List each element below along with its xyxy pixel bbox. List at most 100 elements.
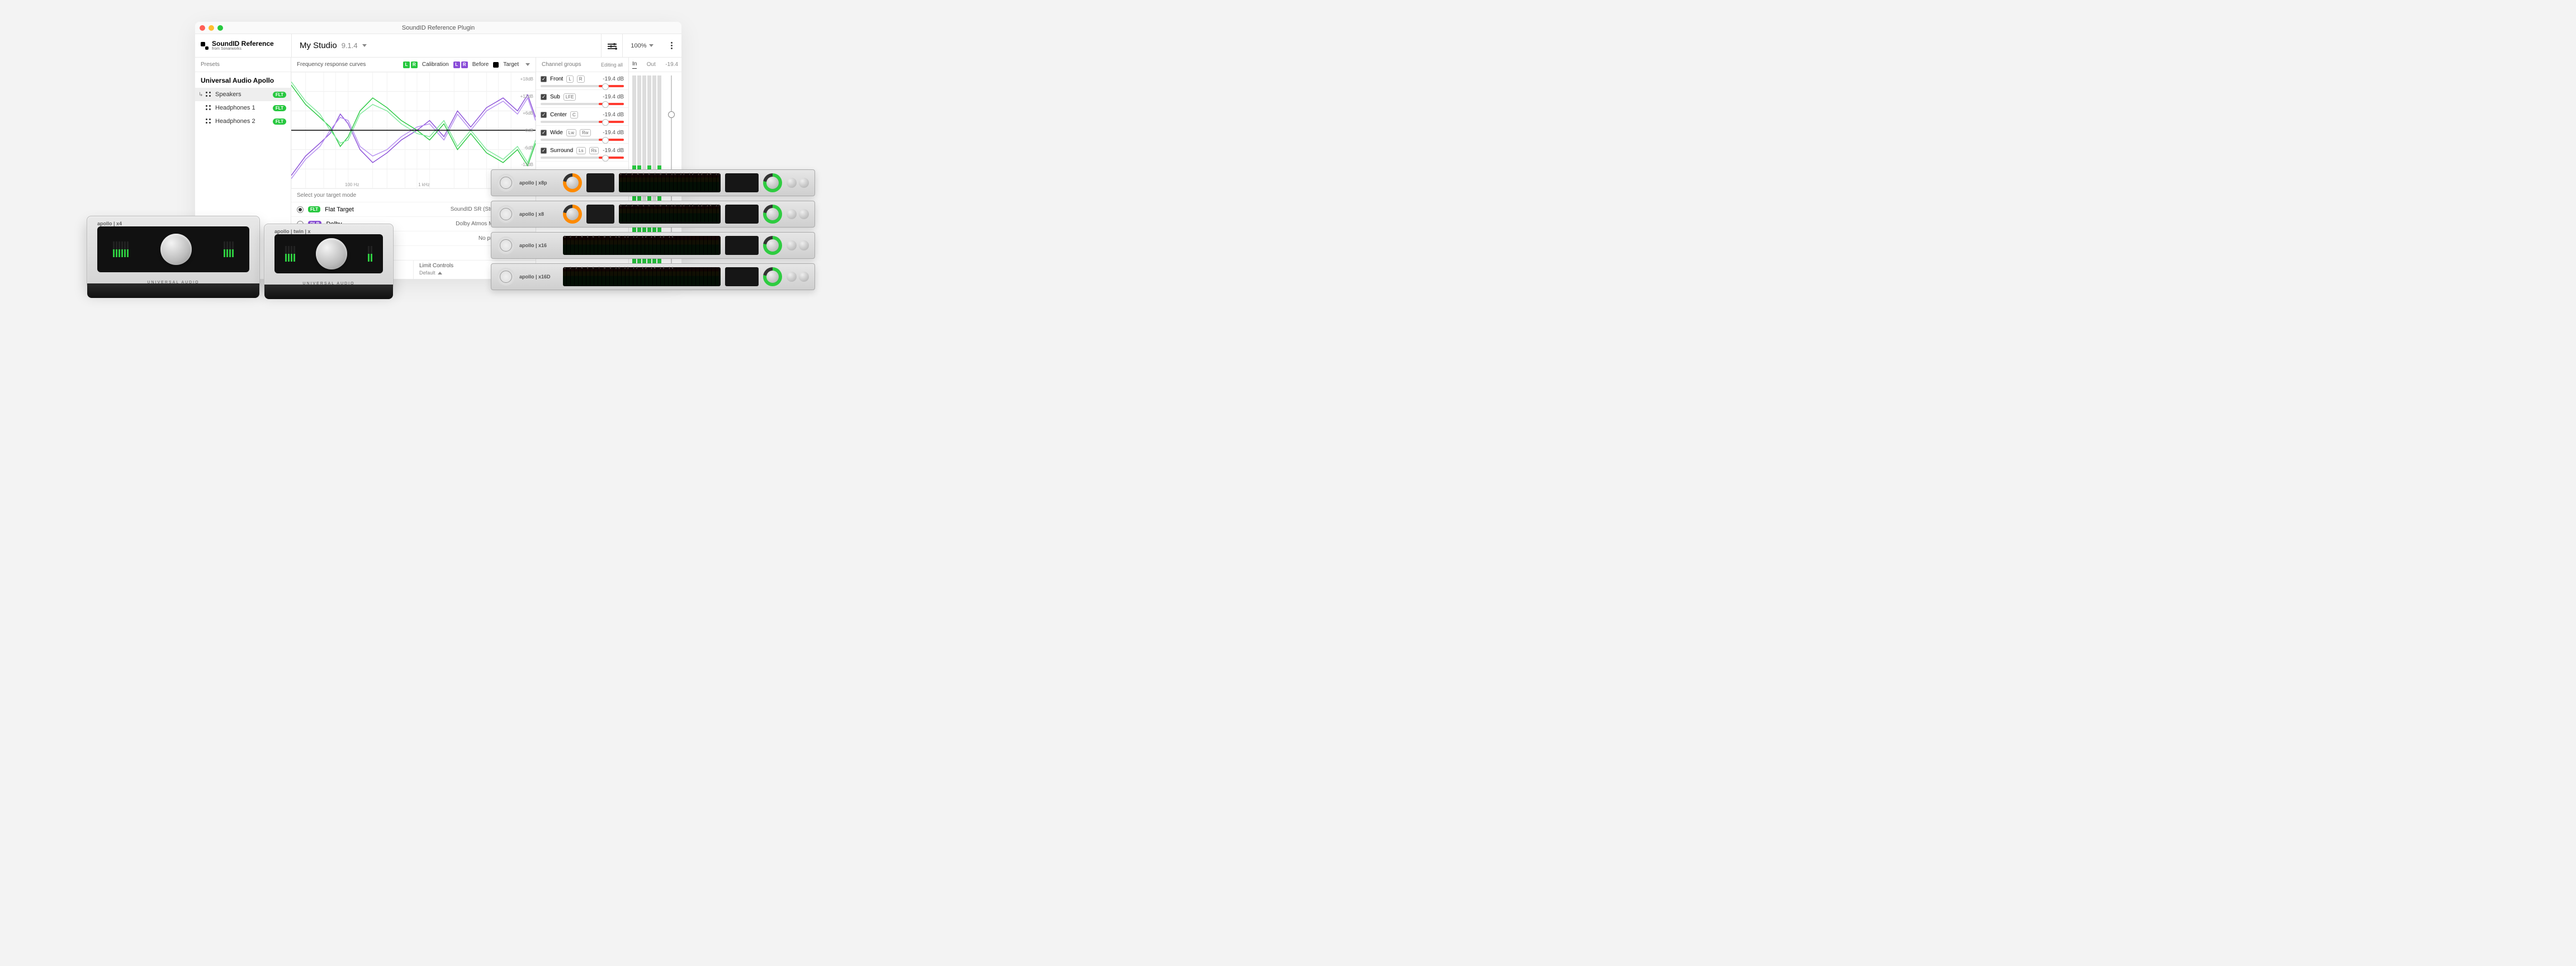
editing-scope[interactable]: Editing all <box>601 62 623 68</box>
preset-item-headphones-1[interactable]: Headphones 1 FLT <box>195 101 291 115</box>
profile-selector[interactable]: My Studio 9.1.4 <box>291 34 601 57</box>
channel-group-row[interactable]: Surround Ls Rs -19.4 dB <box>536 144 628 162</box>
radio-icon[interactable] <box>297 206 304 213</box>
graph-title: Frequency response curves <box>297 61 399 68</box>
channel-chip: R <box>577 75 585 83</box>
preamp-knob-icon <box>563 173 582 192</box>
rack-side-block <box>725 267 759 286</box>
zoom-label: 100% <box>631 42 646 49</box>
channel-group-row[interactable]: Front LR -19.4 dB <box>536 72 628 90</box>
channel-chip: Rs <box>589 147 599 154</box>
legend-target[interactable]: Target <box>503 61 519 68</box>
toolbar: SoundID Reference from Sonarworks My Stu… <box>195 34 681 58</box>
lr-badge-before: LR <box>453 61 468 68</box>
presets-header: Presets <box>195 58 291 72</box>
y-tick-label: -12dB <box>522 162 533 167</box>
chevron-up-icon <box>438 272 442 274</box>
preset-badge: FLT <box>273 119 286 125</box>
lr-badge-calibration: LR <box>403 61 418 68</box>
hw-rack-unit: apollo | x16D 1 2 3 4 5 6 7 8 9 10 11 12… <box>491 263 815 290</box>
y-tick-label: 0dB <box>525 128 533 133</box>
channel-group-db: -19.4 dB <box>603 148 624 154</box>
channel-group-name: Surround <box>550 148 573 154</box>
channel-group-slider[interactable] <box>541 139 624 141</box>
preset-label: Speakers <box>215 91 241 98</box>
monitor-knob-icon <box>763 173 782 192</box>
hw-rack-unit: apollo | x8p 1 2 3 4 5 6 7 8 9 10 11 12 … <box>491 169 815 196</box>
kebab-icon <box>671 45 673 46</box>
preset-badge: FLT <box>273 105 286 111</box>
ua-logo-icon <box>497 236 515 254</box>
tab-in[interactable]: In <box>632 61 637 69</box>
sliders-icon <box>608 42 617 49</box>
x-tick-label: 1 kHz <box>418 182 429 187</box>
channel-group-row[interactable]: Wide LwRw -19.4 dB <box>536 126 628 144</box>
preamp-knob-icon <box>563 205 582 224</box>
hw-rack-unit: apollo | x8 1 2 3 4 5 6 7 8 9 10 11 12 1… <box>491 201 815 228</box>
channel-group-row[interactable]: Center C -19.4 dB <box>536 108 628 126</box>
channel-group-slider[interactable] <box>541 157 624 159</box>
rack-side-block <box>725 205 759 224</box>
grid-icon <box>205 105 212 111</box>
checkbox-icon[interactable] <box>541 112 547 118</box>
y-tick-label: +12dB <box>520 94 533 99</box>
hw-model-label: apollo | x16D <box>519 274 558 280</box>
channel-group-db: -19.4 dB <box>603 130 624 136</box>
channel-chip: C <box>570 111 578 119</box>
hw-model-label: apollo | x16 <box>519 243 558 248</box>
legend-calibration[interactable]: Calibration <box>422 61 449 68</box>
headphone-knobs <box>787 178 809 188</box>
menu-button[interactable] <box>661 34 681 57</box>
preset-item-speakers[interactable]: ↳ Speakers FLT <box>195 88 291 101</box>
hw-face <box>97 226 249 272</box>
channel-group-name: Wide <box>550 130 563 136</box>
channel-group-row[interactable]: Sub LFE -19.4 dB <box>536 90 628 108</box>
channel-chip: L <box>566 75 573 83</box>
slider-thumb-icon[interactable] <box>668 111 675 118</box>
led-meter-icon <box>285 246 295 262</box>
chevron-down-icon[interactable] <box>525 63 530 66</box>
brand-sub: from Sonarworks <box>212 47 274 51</box>
hw-chassis <box>87 283 259 298</box>
checkbox-icon[interactable] <box>541 76 547 82</box>
checkbox-icon[interactable] <box>541 130 547 136</box>
target-swatch-icon <box>493 62 499 68</box>
channel-chip: Ls <box>576 147 585 154</box>
preset-badge: FLT <box>273 92 286 98</box>
brand-icon <box>201 42 209 50</box>
channel-group-slider[interactable] <box>541 103 624 105</box>
led-meter-icon: 1 2 3 4 5 6 7 8 9 10 11 12 13 14 15 16 <box>563 267 721 286</box>
brand: SoundID Reference from Sonarworks <box>195 40 291 51</box>
zoom-selector[interactable]: 100% <box>622 34 661 57</box>
checkbox-icon[interactable] <box>541 148 547 154</box>
headphone-knobs <box>787 209 809 219</box>
settings-button[interactable] <box>601 34 622 57</box>
preset-item-headphones-2[interactable]: Headphones 2 FLT <box>195 115 291 128</box>
tab-out[interactable]: Out <box>647 61 656 68</box>
volume-knob-icon <box>160 234 192 265</box>
rack-side-block <box>725 173 759 192</box>
target-name: Flat Target <box>325 206 354 213</box>
brand-name: SoundID Reference <box>212 40 274 47</box>
profile-name: My Studio <box>300 41 337 50</box>
ua-logo-icon <box>497 205 515 223</box>
channel-group-slider[interactable] <box>541 85 624 87</box>
x-tick-label: 100 Hz <box>345 182 359 187</box>
led-meter-icon: 1 2 3 4 5 6 7 8 9 10 11 12 13 14 15 16 <box>619 205 721 224</box>
rack-side-block <box>725 236 759 255</box>
target-tag: FLT <box>308 206 320 212</box>
preamp-controls <box>586 205 614 224</box>
channel-chip: Rw <box>580 129 591 136</box>
hw-rack-unit: apollo | x16 1 2 3 4 5 6 7 8 9 10 11 12 … <box>491 232 815 259</box>
grid-icon <box>205 118 212 125</box>
checkbox-icon[interactable] <box>541 94 547 100</box>
legend-before[interactable]: Before <box>472 61 489 68</box>
channel-group-slider[interactable] <box>541 121 624 123</box>
hw-model-label: apollo | x4 <box>97 221 122 226</box>
y-tick-label: -6dB <box>524 145 533 150</box>
hw-logo: UNIVERSAL AUDIO <box>264 282 393 286</box>
channel-group-db: -19.4 dB <box>603 112 624 118</box>
hw-model-label: apollo | x8 <box>519 211 558 217</box>
meter-tabs: In Out -19.4 <box>629 58 681 72</box>
channel-group-db: -19.4 dB <box>603 94 624 100</box>
